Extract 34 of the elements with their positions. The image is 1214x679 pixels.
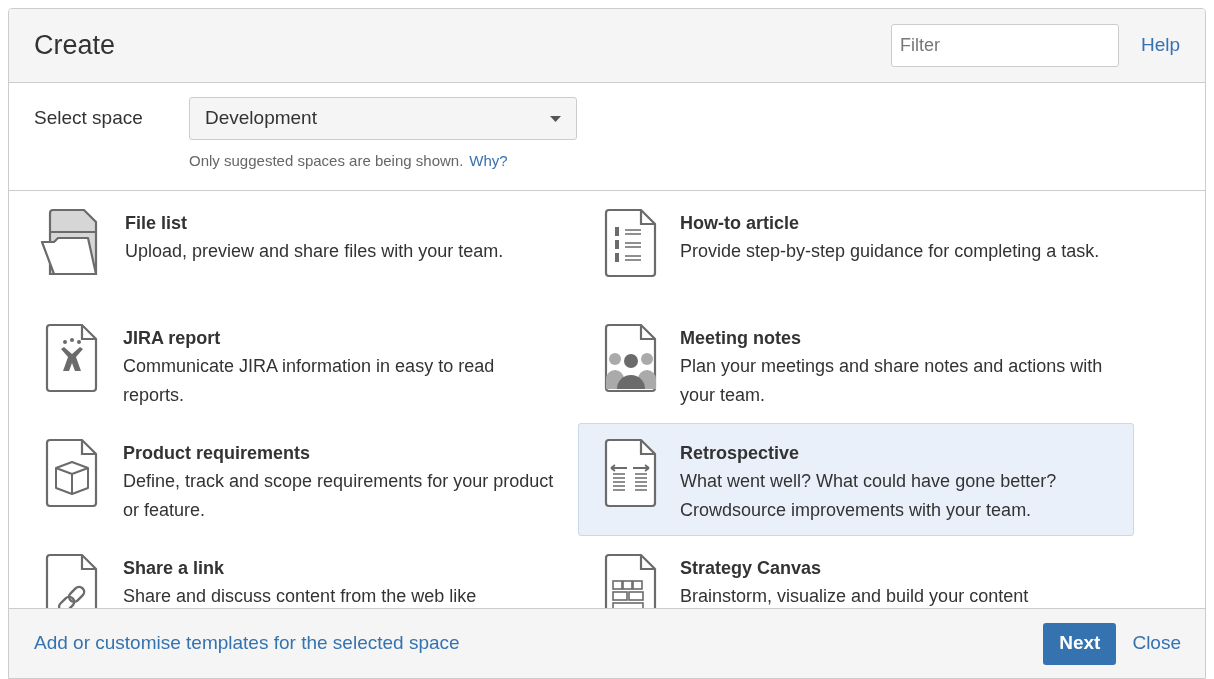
template-title: JIRA report <box>123 326 222 349</box>
folder-icon <box>40 207 100 278</box>
template-description: Upload, preview and share files with your team. <box>125 239 504 263</box>
template-description: Plan your meetings and share notes and actions with your team. <box>680 354 1104 407</box>
template-title: Product requirements <box>123 441 312 464</box>
two-columns-icon <box>603 437 657 508</box>
template-description: Provide step-by-step guidance for completing a task. <box>680 239 1100 263</box>
numbered-list-icon <box>603 207 657 278</box>
template-title: Retrospective <box>680 441 801 464</box>
dialog-title: Create <box>34 29 117 63</box>
people-icon <box>603 322 657 393</box>
template-description: Communicate JIRA information in easy to read reports. <box>123 354 496 407</box>
why-link[interactable]: Why? <box>469 150 508 173</box>
template-title: Meeting notes <box>680 326 802 349</box>
caret-icon <box>550 115 561 122</box>
template-title: Share a link <box>123 556 226 579</box>
field-label: Select space <box>34 106 144 131</box>
template-title: How-to article <box>680 211 800 234</box>
template-title: Strategy Canvas <box>680 556 823 579</box>
person-icon <box>44 322 98 393</box>
template-title: File list <box>125 211 188 234</box>
space-dropdown[interactable]: Development <box>189 97 577 140</box>
template-description: Brainstorm, visualize and build your content <box>680 584 1029 608</box>
box-icon <box>44 437 98 508</box>
template-description: What went well? What could have gone better? Crowdsource improvements with your team. <box>680 469 1058 522</box>
template-description: Share and discuss content from the web like <box>123 584 477 608</box>
next-button[interactable]: Next <box>1043 622 1117 665</box>
close-link[interactable]: Close <box>1132 629 1181 658</box>
help-link[interactable]: Help <box>1140 31 1180 60</box>
customise-templates-link[interactable]: Add or customise templates for the selected space <box>34 629 1044 658</box>
hint-text: Only suggested spaces are being shown. <box>189 151 464 171</box>
template-description: Define, track and scope requirements for your product or feature. <box>123 469 555 522</box>
template-item[interactable]: Retrospective What went well? What could have gone better? Crowdsource improvements with your team. <box>578 422 1134 536</box>
filter-field[interactable]: Filter <box>890 24 1119 67</box>
